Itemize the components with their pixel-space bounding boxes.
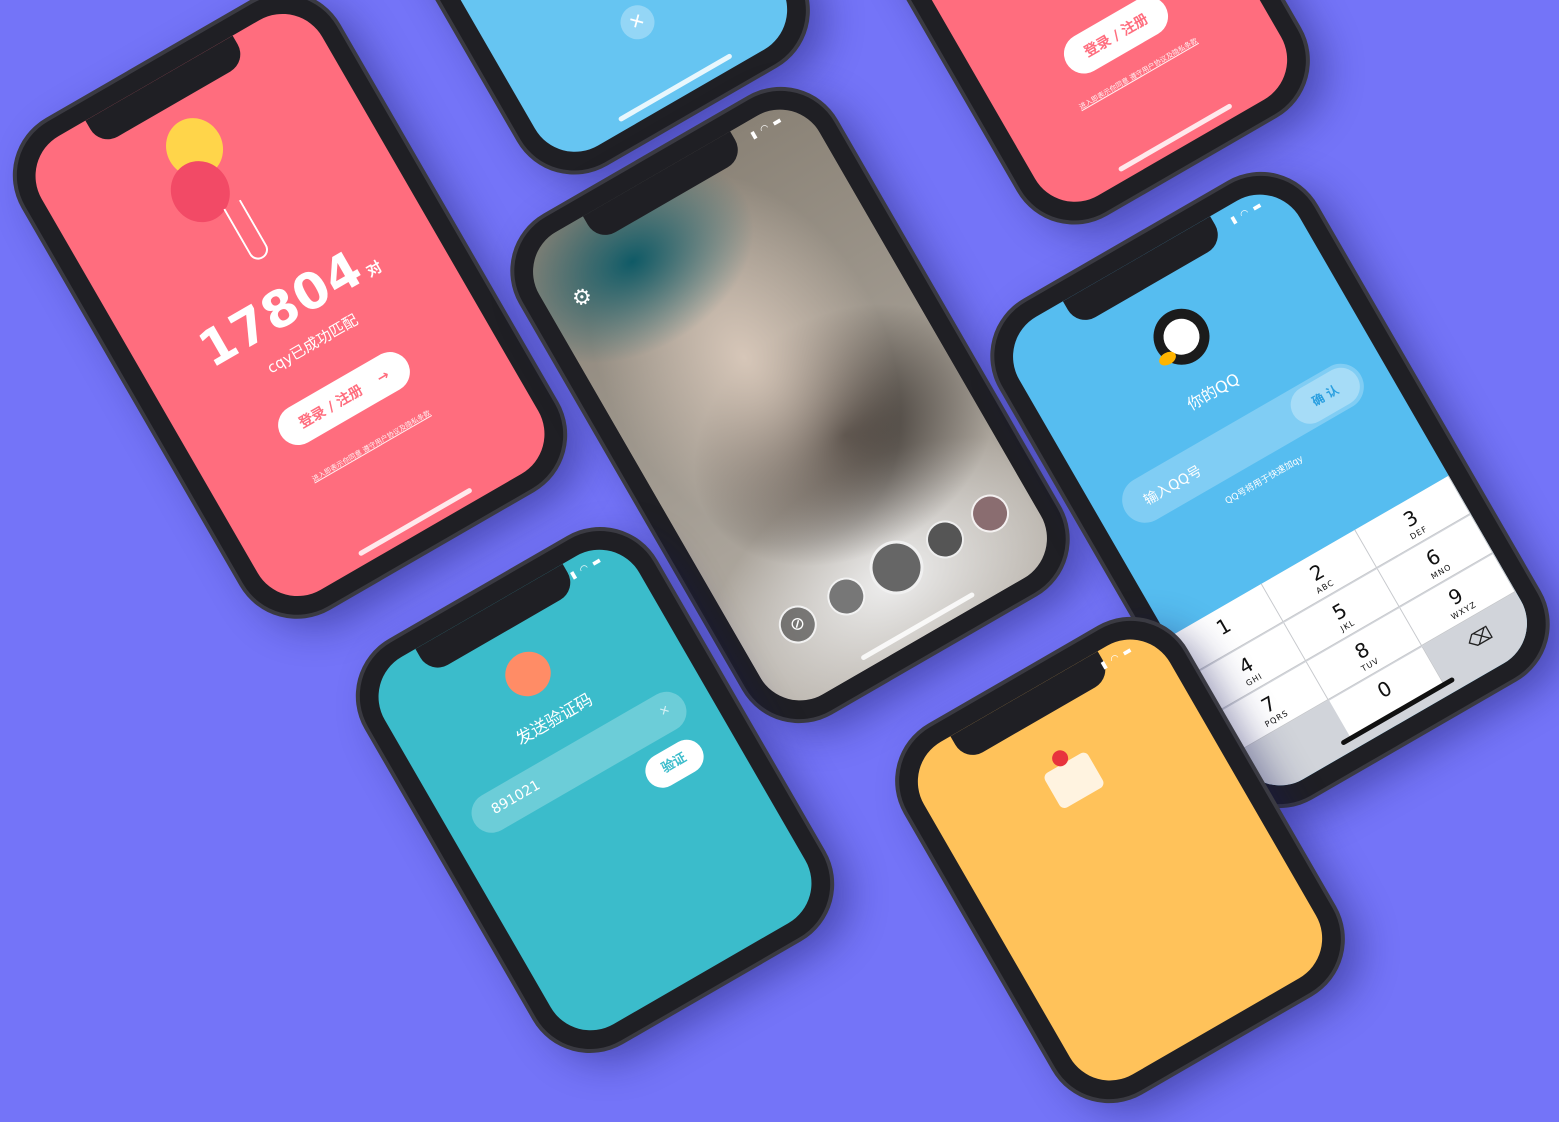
arrow-right-icon: → bbox=[374, 367, 393, 387]
filter-kitty-selected[interactable] bbox=[859, 530, 934, 605]
verify-label: 验证 bbox=[659, 750, 690, 777]
none-filter-icon: ⊘ bbox=[785, 611, 810, 637]
status-icons: ▮ ◠ ▬ bbox=[748, 114, 785, 142]
status-icons: ▮ ◠ ▬ bbox=[568, 554, 605, 582]
phone-value: 891021 bbox=[488, 777, 544, 818]
login-register-button[interactable]: 登录 / 注册 bbox=[1056, 0, 1176, 82]
qq-input-placeholder: 输入QQ号 bbox=[1141, 463, 1205, 509]
clear-icon[interactable]: ✕ bbox=[657, 702, 673, 719]
home-indicator bbox=[1117, 102, 1233, 173]
filter-pig[interactable] bbox=[964, 487, 1017, 540]
status-icons: ▮ ◠ ▬ bbox=[1099, 644, 1135, 672]
home-indicator bbox=[617, 52, 733, 123]
close-button[interactable]: ✕ bbox=[614, 0, 661, 46]
notch bbox=[950, 651, 1113, 763]
confirm-label: 确 认 bbox=[1309, 382, 1341, 409]
backspace-icon: ⌫ bbox=[1464, 622, 1497, 654]
home-indicator bbox=[357, 487, 473, 557]
notch bbox=[1062, 216, 1226, 328]
home-indicator bbox=[860, 591, 976, 661]
penguin-icon bbox=[1143, 298, 1220, 375]
login-label: 登录 / 注册 bbox=[296, 382, 366, 432]
settings-icon[interactable]: ⚙ bbox=[568, 282, 598, 314]
login-row: 登录 / 注册 bbox=[983, 0, 1249, 123]
count-unit: 对 bbox=[363, 256, 387, 281]
notch bbox=[85, 35, 248, 147]
no-filter-button[interactable]: ⊘ bbox=[771, 598, 824, 651]
notch bbox=[415, 563, 578, 675]
peach-icon bbox=[497, 643, 559, 705]
filter-cat-ears[interactable] bbox=[820, 570, 873, 623]
cake-icon bbox=[1042, 747, 1106, 811]
filter-dog[interactable] bbox=[919, 513, 971, 566]
balloon-string-icon bbox=[223, 199, 272, 264]
close-icon: ✕ bbox=[625, 8, 650, 35]
status-icons: ▮ ◠ ▬ bbox=[1228, 199, 1265, 227]
strawberry-icon bbox=[1049, 747, 1072, 770]
match-screen: 17804对 cqy已成功匹配 登录 / 注册 → 进入即表示你同意 遵守用户协… bbox=[18, 0, 562, 613]
